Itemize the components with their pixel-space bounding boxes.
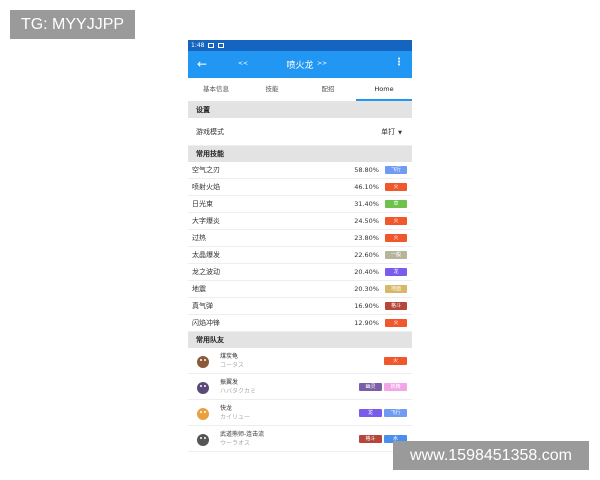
teammate-names: 振翼发 ハバタクカミ xyxy=(220,378,359,396)
type-badge: 飞行 xyxy=(384,408,407,417)
teammate-row[interactable]: 武道熊师-连击流 ウーラオス 格斗水 xyxy=(188,426,412,452)
move-name: 空气之刃 xyxy=(192,166,220,174)
teammate-japanese-name: ハバタクカミ xyxy=(220,387,257,395)
move-name: 日光束 xyxy=(192,200,213,208)
status-time: 1:48 xyxy=(191,42,205,49)
tab-sets[interactable]: 配招 xyxy=(300,78,356,101)
move-name: 龙之波动 xyxy=(192,268,220,276)
tab-basic-info[interactable]: 基本信息 xyxy=(188,78,244,101)
type-badge: 幽灵 xyxy=(359,382,382,391)
teammate-types: 火 xyxy=(384,356,407,365)
watermark-top-left: TG: MYYJJPP xyxy=(10,10,135,39)
tab-bar: 基本信息 技能 配招 Home xyxy=(188,78,412,102)
type-badge: 火 xyxy=(384,356,407,365)
move-name: 大字爆炎 xyxy=(192,217,220,225)
move-usage-percent: 31.40% xyxy=(354,200,379,208)
type-badge: 火 xyxy=(385,234,407,242)
move-usage-percent: 46.10% xyxy=(354,183,379,191)
move-row[interactable]: 空气之刃 58.80% 飞行 xyxy=(188,162,412,179)
move-row[interactable]: 喷射火焰 46.10% 火 xyxy=(188,179,412,196)
teammate-name: 武道熊师-连击流 xyxy=(220,430,265,438)
game-mode-dropdown[interactable]: 单打 ▼ xyxy=(381,127,402,137)
move-usage-percent: 20.30% xyxy=(354,285,379,293)
moves-list: 空气之刃 58.80% 飞行 喷射火焰 46.10% 火日光束 31.40% 草大字爆炎 24.… xyxy=(188,162,412,332)
teammate-names: 快龙 カイリュー xyxy=(220,404,359,422)
teammate-types: 幽灵 妖精 xyxy=(359,382,407,391)
game-mode-row[interactable]: 游戏模式 单打 ▼ xyxy=(188,118,412,146)
pokemon-sprite-icon xyxy=(194,378,212,396)
move-row[interactable]: 真气弹 16.90% 格斗 xyxy=(188,298,412,315)
teammate-names: 煤炭龟 コータス xyxy=(220,352,384,370)
teammate-name: 快龙 xyxy=(220,404,233,412)
move-row[interactable]: 大字爆炎 24.50% 火 xyxy=(188,213,412,230)
app-notification-icon xyxy=(218,43,225,48)
pokemon-sprite-icon xyxy=(194,352,212,370)
game-mode-value: 单打 xyxy=(381,127,396,136)
next-pokemon-button[interactable]: >> xyxy=(317,60,327,67)
teammate-japanese-name: コータス xyxy=(220,361,245,369)
move-usage-percent: 20.40% xyxy=(354,268,379,276)
type-badge: 格斗 xyxy=(359,434,382,443)
type-badge: 草 xyxy=(385,200,407,208)
move-row[interactable]: 龙之波动 20.40% 龙 xyxy=(188,264,412,281)
move-row[interactable]: 闪焰冲锋 12.90% 火 xyxy=(188,315,412,332)
move-row[interactable]: 过热 23.80% 火 xyxy=(188,230,412,247)
teammate-name: 振翼发 xyxy=(220,378,239,386)
section-header-teammates: 常用队友 xyxy=(188,332,412,348)
type-badge: 龙 xyxy=(359,408,382,417)
teammate-japanese-name: ウーラオス xyxy=(220,439,251,447)
move-row[interactable]: 日光束 31.40% 草 xyxy=(188,196,412,213)
move-name: 真气弹 xyxy=(192,302,213,310)
teammate-types: 龙飞行 xyxy=(359,408,407,417)
more-vert-icon[interactable]: ⋮ xyxy=(394,57,404,68)
move-row[interactable]: 地震 20.30% 地面 xyxy=(188,281,412,298)
teammates-list: 煤炭龟 コータス火振翼发 ハバタクカミ 幽灵 妖精 快龙 カイリュー龙飞行 武道熊师-连击流ウ… xyxy=(188,348,412,452)
move-usage-percent: 58.80% xyxy=(354,166,379,174)
move-name: 太晶爆发 xyxy=(192,251,220,259)
type-badge: 火 xyxy=(385,319,407,327)
move-usage-percent: 22.60% xyxy=(354,251,379,259)
type-badge: 火 xyxy=(385,217,407,225)
caret-down-icon: ▼ xyxy=(398,129,402,136)
move-name: 地震 xyxy=(192,285,206,293)
app-bar: ← << 喷火龙 >> ⋮ xyxy=(188,51,412,78)
type-badge: 格斗 xyxy=(385,302,407,310)
teammate-names: 武道熊师-连击流 ウーラオス xyxy=(220,430,359,448)
section-header-moves: 常用技能 xyxy=(188,146,412,162)
move-usage-percent: 12.90% xyxy=(354,319,379,327)
teammate-row[interactable]: 快龙 カイリュー龙飞行 xyxy=(188,400,412,426)
tab-moves[interactable]: 技能 xyxy=(244,78,300,101)
teammate-name: 煤炭龟 xyxy=(220,352,239,360)
teammate-japanese-name: カイリュー xyxy=(220,413,251,421)
watermark-bottom-right: www.1598451358.com xyxy=(393,441,589,470)
move-usage-percent: 16.90% xyxy=(354,302,379,310)
move-usage-percent: 24.50% xyxy=(354,217,379,225)
teammate-row[interactable]: 振翼发 ハバタクカミ 幽灵 妖精 xyxy=(188,374,412,400)
move-name: 闪焰冲锋 xyxy=(192,319,220,327)
type-badge: 龙 xyxy=(385,268,407,276)
type-badge: 妖精 xyxy=(384,382,407,391)
pokemon-sprite-icon xyxy=(194,430,212,448)
game-mode-label: 游戏模式 xyxy=(196,127,224,136)
status-bar: 1:48 xyxy=(188,40,412,51)
page-title: 喷火龙 xyxy=(286,61,314,71)
type-badge: 火 xyxy=(385,183,407,191)
type-badge: 一般 xyxy=(385,251,407,259)
pokemon-sprite-icon xyxy=(194,404,212,422)
move-name: 过热 xyxy=(192,234,206,242)
type-badge: 飞行 xyxy=(385,166,407,174)
move-usage-percent: 23.80% xyxy=(354,234,379,242)
teammate-row[interactable]: 煤炭龟 コータス火 xyxy=(188,348,412,374)
section-header-settings: 设置 xyxy=(188,102,412,118)
phone-screen: 1:48 ← << 喷火龙 >> ⋮ 基本信息 技能 配招 Home 设置 游戏… xyxy=(188,40,412,480)
move-row[interactable]: 太晶爆发 22.60% 一般 xyxy=(188,247,412,264)
tab-home[interactable]: Home xyxy=(356,78,412,101)
type-badge: 地面 xyxy=(385,285,407,293)
move-name: 喷射火焰 xyxy=(192,183,220,191)
image-notification-icon xyxy=(208,43,215,48)
